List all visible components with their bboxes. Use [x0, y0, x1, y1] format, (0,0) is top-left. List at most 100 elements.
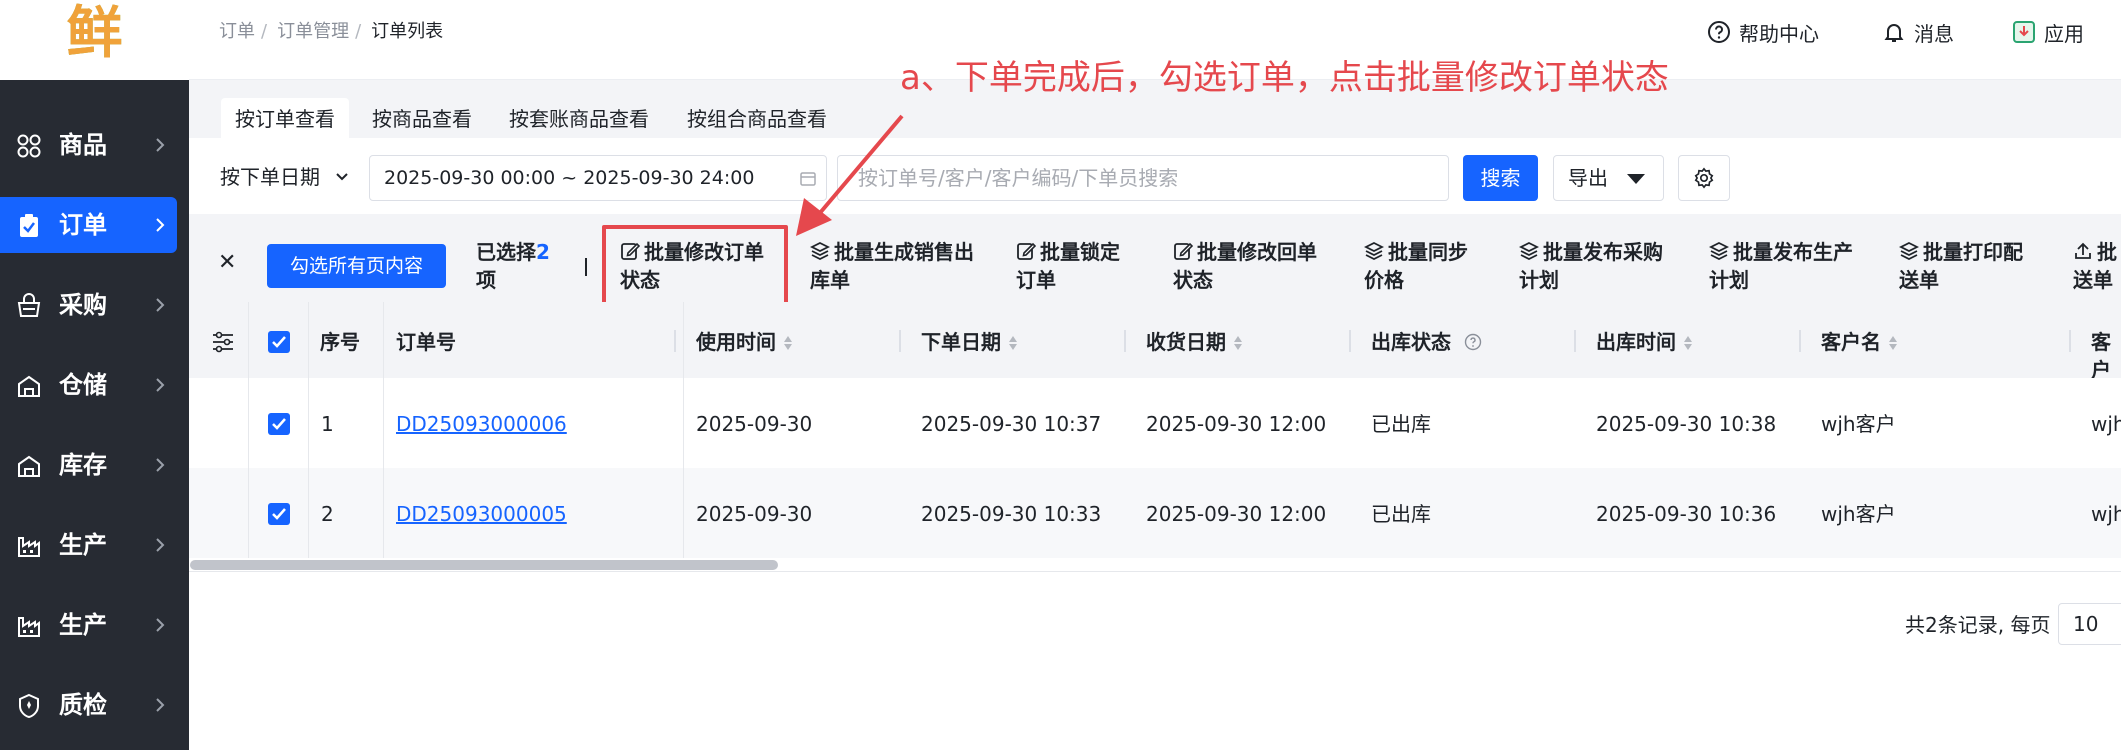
app-root: 鲜 商品 订单 采购 仓储 库存 生产 生产 质检 订单 / 订单管理 / 订单… — [0, 0, 2121, 750]
date-type-select[interactable]: 按下单日期 — [220, 160, 350, 194]
action-label: 计划 — [1519, 268, 1559, 292]
column-header-customer[interactable]: 客户名 — [1821, 328, 1897, 356]
apps-link[interactable]: 应用 — [2012, 18, 2084, 46]
sidebar-item-production-2[interactable]: 生产 — [0, 597, 189, 653]
row-checkbox[interactable] — [268, 503, 290, 525]
annotation-text: a、下单完成后，勾选订单，点击批量修改订单状态 — [900, 58, 1669, 98]
chevron-right-icon — [156, 538, 165, 552]
action-label: 批量发布采购 — [1543, 240, 1663, 264]
warehouse-icon — [18, 375, 40, 397]
sidebar-item-label: 订单 — [59, 211, 107, 239]
search-button[interactable]: 搜索 — [1463, 155, 1538, 201]
chevron-right-icon — [156, 458, 165, 472]
annotation-arrow-icon — [796, 114, 904, 236]
layers-icon — [809, 241, 831, 261]
cell-customer-2: wjh — [2091, 502, 2121, 526]
breadcrumb-item[interactable]: 订单管理 — [277, 21, 349, 42]
column-resizer[interactable] — [2069, 330, 2071, 352]
selected-prefix: 已选择 — [476, 240, 536, 264]
sidebar-item-quality[interactable]: 质检 — [0, 677, 189, 733]
date-range-picker[interactable]: 2025-09-30 00:00 ~ 2025-09-30 24:00 — [369, 155, 827, 201]
column-resizer[interactable] — [1799, 330, 1801, 352]
app-download-icon — [2013, 21, 2035, 43]
sort-icon — [784, 336, 792, 350]
sidebar-item-warehouse[interactable]: 仓储 — [0, 357, 189, 413]
logo-glyph: 鲜 — [66, 1, 123, 66]
column-divider — [308, 302, 309, 558]
divider — [585, 258, 587, 276]
chevron-right-icon — [156, 698, 165, 712]
column-header-order-date[interactable]: 下单日期 — [921, 328, 1017, 356]
batch-print-delivery-button[interactable]: 批量打印配 送单 — [1898, 238, 2023, 294]
sidebar-item-label: 质检 — [59, 691, 107, 719]
messages-label: 消息 — [1914, 21, 1954, 46]
sort-icon — [1234, 336, 1242, 350]
breadcrumb: 订单 / 订单管理 / 订单列表 — [219, 21, 444, 42]
batch-lock-order-button[interactable]: 批量锁定 订单 — [1016, 238, 1120, 294]
order-number-link[interactable]: DD25093000005 — [396, 500, 567, 528]
column-resizer[interactable] — [674, 330, 676, 352]
batch-publish-production-plan-button[interactable]: 批量发布生产 计划 — [1708, 238, 1853, 294]
column-header-label: 收货日期 — [1146, 330, 1226, 354]
column-header-outbound-time[interactable]: 出库时间 — [1596, 328, 1692, 356]
batch-generate-outbound-button[interactable]: 批量生成销售出 库单 — [809, 238, 974, 294]
cell-index: 2 — [321, 502, 334, 526]
column-resizer[interactable] — [1124, 330, 1126, 352]
order-number-link[interactable]: DD25093000006 — [396, 410, 567, 438]
page-size-select[interactable]: 10 — [2058, 603, 2121, 645]
column-header-label: 使用时间 — [696, 330, 776, 354]
action-label: 批量发布生产 — [1733, 240, 1853, 264]
batch-sync-price-button[interactable]: 批量同步 价格 — [1363, 238, 1468, 294]
column-header-use-date[interactable]: 使用时间 — [696, 328, 792, 356]
select-all-checkbox[interactable] — [268, 331, 290, 353]
close-selection-button[interactable]: ✕ — [218, 252, 236, 274]
shield-icon — [19, 693, 39, 719]
action-label: 状态 — [1173, 268, 1213, 292]
caret-down-icon — [1627, 174, 1645, 184]
row-checkbox[interactable] — [268, 413, 290, 435]
batch-publish-purchase-plan-button[interactable]: 批量发布采购计划 — [1518, 238, 1663, 294]
batch-modify-receipt-status-button[interactable]: 批量修改回单 状态 — [1173, 238, 1317, 294]
tab-by-ledger-product[interactable]: 按套账商品查看 — [495, 98, 663, 138]
sidebar: 鲜 商品 订单 采购 仓储 库存 生产 生产 质检 — [0, 0, 189, 750]
batch-export-delivery-button[interactable]: 批送单 — [2073, 238, 2117, 294]
sidebar-item-label: 库存 — [59, 451, 107, 479]
action-label: 库单 — [810, 268, 850, 292]
scrollbar-thumb[interactable] — [190, 560, 778, 570]
column-settings-icon[interactable] — [211, 331, 235, 353]
selected-count: 2 — [536, 240, 550, 264]
chevron-right-icon — [156, 138, 165, 152]
help-icon[interactable] — [1464, 333, 1482, 351]
sidebar-item-label: 仓储 — [59, 371, 107, 399]
select-all-pages-button[interactable]: 勾选所有页内容 — [267, 244, 446, 288]
search-input[interactable]: 按订单号/客户/客户编码/下单员搜索 — [837, 155, 1449, 201]
help-center-link[interactable]: 帮助中心 — [1707, 18, 1819, 46]
breadcrumb-item[interactable]: 订单 — [219, 21, 255, 42]
tab-by-order[interactable]: 按订单查看 — [221, 98, 349, 138]
column-header-receive-date[interactable]: 收货日期 — [1146, 328, 1242, 356]
sidebar-item-production[interactable]: 生产 — [0, 517, 189, 573]
action-label: 批量同步 — [1388, 240, 1468, 264]
column-header-index: 序号 — [320, 330, 360, 354]
sort-icon — [1889, 336, 1897, 350]
messages-link[interactable]: 消息 — [1882, 18, 1954, 46]
cell-use-date: 2025-09-30 — [696, 502, 813, 526]
help-icon — [1708, 21, 1730, 43]
sidebar-item-inventory[interactable]: 库存 — [0, 437, 189, 493]
check-icon — [272, 418, 286, 430]
tab-by-product[interactable]: 按商品查看 — [358, 98, 486, 138]
logo[interactable]: 鲜 — [0, 0, 189, 80]
column-header-outbound-status: 出库状态 — [1371, 328, 1482, 356]
cell-outbound-status: 已出库 — [1371, 502, 1431, 526]
sidebar-item-purchase[interactable]: 采购 — [0, 277, 189, 333]
layers-icon — [1363, 241, 1385, 261]
action-label: 订单 — [1016, 268, 1056, 292]
settings-button[interactable] — [1678, 155, 1730, 201]
cell-outbound-time: 2025-09-30 10:38 — [1596, 412, 1777, 436]
column-resizer[interactable] — [899, 330, 901, 352]
export-button[interactable]: 导出 — [1553, 155, 1664, 201]
column-resizer[interactable] — [1574, 330, 1576, 352]
column-resizer[interactable] — [1349, 330, 1351, 352]
sidebar-item-orders[interactable]: 订单 — [0, 197, 177, 253]
sidebar-item-products[interactable]: 商品 — [0, 117, 189, 173]
